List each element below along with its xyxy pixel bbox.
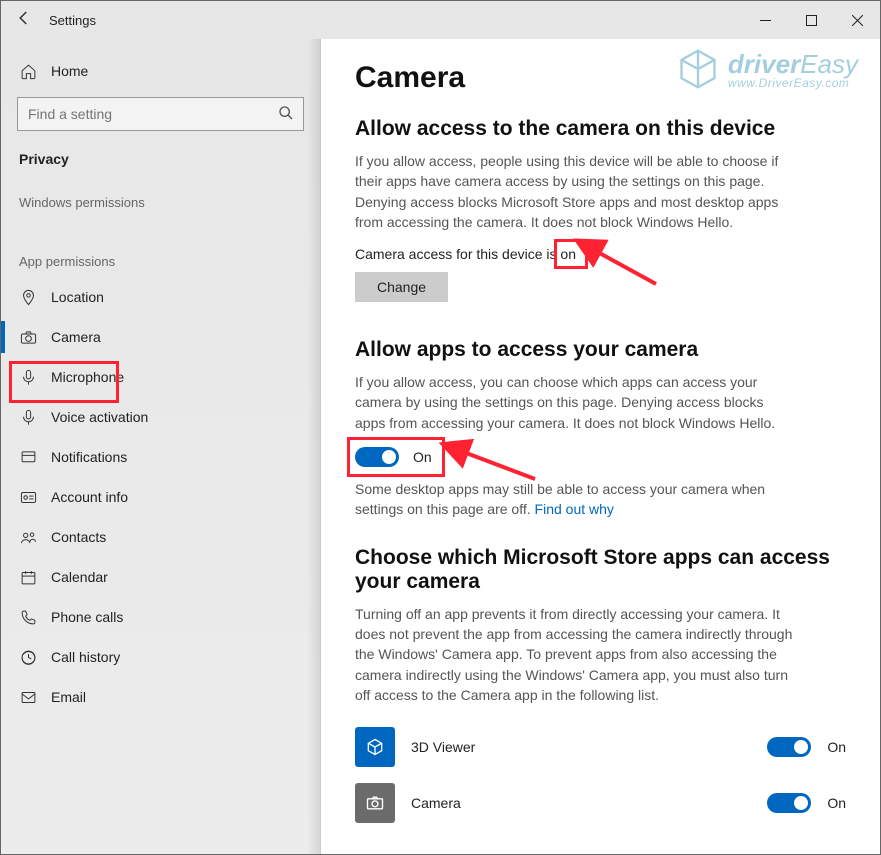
sidebar-item-label: Calendar (51, 569, 108, 585)
sidebar-item-account-info[interactable]: Account info (1, 477, 320, 517)
account-icon (19, 489, 37, 506)
sidebar-item-label: Call history (51, 649, 120, 665)
sidebar-item-label: Location (51, 289, 104, 305)
sidebar-item-label: Notifications (51, 449, 127, 465)
section2-description: If you allow access, you can choose whic… (355, 372, 795, 433)
section1-heading: Allow access to the camera on this devic… (355, 117, 846, 141)
3d-viewer-icon (355, 727, 395, 767)
page-title: Camera (355, 61, 846, 95)
history-icon (19, 649, 37, 666)
sidebar-group-app-permissions: App permissions (1, 240, 320, 277)
sidebar-home-label: Home (51, 63, 88, 79)
sidebar-home[interactable]: Home (1, 51, 320, 91)
apps-access-toggle-label: On (413, 449, 432, 465)
back-button[interactable] (7, 9, 41, 32)
app-toggle-label: On (827, 739, 846, 755)
sidebar-item-label: Contacts (51, 529, 106, 545)
camera-app-icon (355, 783, 395, 823)
sidebar-group-windows-permissions: Windows permissions (1, 181, 320, 218)
sidebar: Home Privacy Windows permissions App per… (1, 39, 321, 854)
sidebar-item-camera[interactable]: Camera (1, 317, 320, 357)
sidebar-item-label: Phone calls (51, 609, 123, 625)
sidebar-item-notifications[interactable]: Notifications (1, 437, 320, 477)
sidebar-item-phone-calls[interactable]: Phone calls (1, 597, 320, 637)
app-name: 3D Viewer (411, 739, 475, 755)
sidebar-item-label: Microphone (51, 369, 124, 385)
sidebar-item-label: Email (51, 689, 86, 705)
device-access-status: Camera access for this device is on (355, 246, 846, 262)
section2-note: Some desktop apps may still be able to a… (355, 479, 795, 520)
search-icon (278, 105, 294, 126)
sidebar-item-contacts[interactable]: Contacts (1, 517, 320, 557)
app-toggle-3d-viewer[interactable] (767, 737, 811, 757)
notifications-icon (19, 449, 37, 466)
sidebar-item-label: Camera (51, 329, 101, 345)
sidebar-item-label: Account info (51, 489, 128, 505)
app-row-3d-viewer: 3D Viewer On (355, 719, 846, 775)
sidebar-item-voice-activation[interactable]: Voice activation (1, 397, 320, 437)
device-access-value: on (560, 246, 576, 262)
search-input[interactable] (17, 97, 304, 131)
minimize-button[interactable] (742, 1, 788, 39)
app-toggle-camera[interactable] (767, 793, 811, 813)
contacts-icon (19, 529, 37, 546)
home-icon (19, 63, 37, 80)
section2-heading: Allow apps to access your camera (355, 338, 846, 362)
close-button[interactable] (834, 1, 880, 39)
section3-heading: Choose which Microsoft Store apps can ac… (355, 546, 846, 594)
app-name: Camera (411, 795, 461, 811)
section1-description: If you allow access, people using this d… (355, 151, 795, 232)
calendar-icon (19, 569, 37, 586)
microphone-icon (19, 369, 37, 386)
main-content: driverEasy www.DriverEasy.com Camera All… (321, 39, 880, 854)
app-toggle-label: On (827, 795, 846, 811)
find-out-why-link[interactable]: Find out why (535, 501, 614, 517)
sidebar-item-call-history[interactable]: Call history (1, 637, 320, 677)
window-title: Settings (49, 13, 96, 28)
email-icon (19, 689, 37, 706)
sidebar-item-email[interactable]: Email (1, 677, 320, 717)
location-icon (19, 289, 37, 306)
app-row-camera: Camera On (355, 775, 846, 831)
sidebar-section-current: Privacy (1, 145, 320, 181)
sidebar-item-calendar[interactable]: Calendar (1, 557, 320, 597)
maximize-button[interactable] (788, 1, 834, 39)
sidebar-item-microphone[interactable]: Microphone (1, 357, 320, 397)
sidebar-item-location[interactable]: Location (1, 277, 320, 317)
change-button[interactable]: Change (355, 272, 448, 302)
section3-description: Turning off an app prevents it from dire… (355, 604, 795, 705)
apps-access-toggle[interactable] (355, 447, 399, 467)
phone-icon (19, 609, 37, 626)
voice-icon (19, 409, 37, 426)
titlebar: Settings (1, 1, 880, 39)
sidebar-item-label: Voice activation (51, 409, 148, 425)
camera-icon (19, 329, 37, 346)
